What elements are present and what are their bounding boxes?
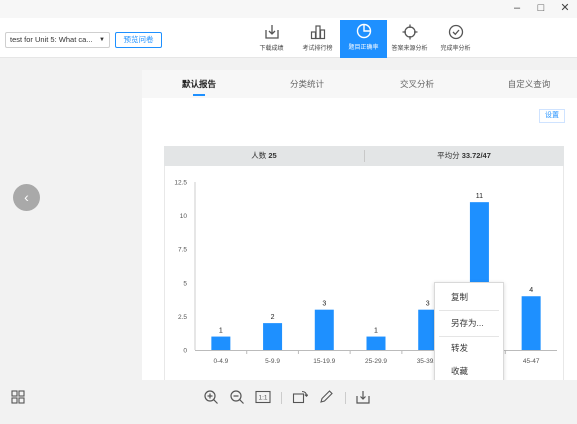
average-label: 平均分	[437, 151, 460, 160]
bar-value-label: 4	[529, 287, 533, 294]
chevron-left-icon: ‹	[24, 189, 29, 205]
count-label: 人数	[251, 151, 267, 160]
zoom-out-icon[interactable]	[229, 389, 247, 407]
chart-bar	[366, 336, 386, 350]
menu-item-favorite[interactable]: 收藏	[435, 360, 503, 382]
toolbar-divider	[345, 392, 346, 404]
y-tick-label: 7.5	[178, 247, 187, 254]
average-summary: 平均分 33.72/47	[364, 146, 564, 166]
bar-value-label: 3	[322, 301, 326, 308]
bar-chart: 0 2.5 5 7.5 10 12.5 1 0-4.9 2 5-9.9 3 15-19.9 1 25-29…	[174, 180, 557, 365]
menu-divider	[439, 310, 499, 311]
tool-label: 完成率分析	[440, 46, 471, 52]
y-tick-label: 2.5	[178, 314, 187, 321]
x-tick-label: 5-9.9	[265, 358, 280, 365]
toolbar-divider	[281, 392, 282, 404]
exam-ranking-button[interactable]: 考试排行榜	[294, 21, 341, 58]
chart-bar	[211, 336, 231, 350]
tab-category-stats[interactable]: 分类统计	[272, 70, 342, 98]
x-tick-label: 15-19.9	[313, 358, 335, 365]
crosshair-icon	[402, 24, 417, 40]
tab-custom-query[interactable]: 自定义查询	[494, 70, 564, 98]
close-icon[interactable]: ✕	[558, 2, 572, 14]
report-tabs: 默认报告 分类统计 交叉分析 自定义查询	[142, 70, 577, 98]
tool-label: 考试排行榜	[302, 46, 333, 52]
y-tick-label: 0	[183, 348, 187, 355]
active-tab-indicator	[193, 94, 205, 96]
context-menu: 复制 另存为... 转发 收藏	[434, 282, 504, 383]
actual-size-icon[interactable]: 1:1	[255, 389, 273, 407]
chart-bar	[314, 309, 334, 350]
y-tick-label: 12.5	[174, 180, 187, 187]
pie-chart-icon	[356, 23, 371, 39]
rotate-icon[interactable]	[292, 389, 310, 407]
bar-value-label: 1	[374, 328, 378, 335]
x-tick-label: 45-47	[523, 358, 540, 365]
average-value: 33.72/47	[461, 151, 491, 160]
question-accuracy-button[interactable]: 题目正确率	[340, 20, 387, 58]
summary-bar: 人数 25 平均分 33.72/47	[164, 146, 564, 166]
previous-button[interactable]: ‹	[13, 184, 40, 211]
menu-item-save-as[interactable]: 另存为...	[435, 312, 503, 334]
completion-rate-button[interactable]: 完成率分析	[432, 21, 479, 58]
grid-icon[interactable]	[10, 389, 28, 407]
y-tick-label: 10	[180, 213, 188, 220]
bottom-toolbar: 1:1	[0, 380, 577, 424]
bar-value-label: 3	[426, 301, 430, 308]
minimize-icon[interactable]: –	[510, 2, 524, 14]
count-value: 25	[268, 151, 277, 160]
settings-button[interactable]: 设置	[539, 109, 565, 123]
bar-value-label: 2	[271, 314, 275, 321]
count-summary: 人数 25	[164, 146, 364, 166]
tool-label: 下载成绩	[259, 46, 284, 52]
exam-select[interactable]: test for Unit 5: What ca... ▼	[5, 32, 110, 48]
svg-text:1:1: 1:1	[258, 395, 267, 402]
menu-item-copy[interactable]: 复制	[435, 286, 503, 308]
zoom-in-icon[interactable]	[203, 389, 221, 407]
exam-select-value: test for Unit 5: What ca...	[10, 35, 93, 44]
menu-item-forward[interactable]: 转发	[435, 337, 503, 359]
y-tick-label: 5	[183, 280, 187, 287]
bar-value-label: 1	[219, 328, 223, 335]
report-panel: 默认报告 分类统计 交叉分析 自定义查询 设置 人数 25 平均分 33.72/…	[142, 70, 577, 380]
answer-source-button[interactable]: 答案来源分析	[386, 21, 433, 58]
download-scores-button[interactable]: 下载成绩	[248, 21, 295, 58]
chevron-down-icon: ▼	[99, 37, 105, 43]
tab-cross-analysis[interactable]: 交叉分析	[382, 70, 452, 98]
chart-bar	[263, 323, 283, 350]
ranking-icon	[310, 25, 325, 40]
download-icon	[264, 25, 279, 39]
chart-bar	[521, 296, 541, 350]
check-circle-icon	[448, 24, 463, 40]
edit-icon[interactable]	[318, 389, 336, 407]
score-distribution-chart: 0 2.5 5 7.5 10 12.5 1 0-4.9 2 5-9.9 3 15-19.9 1 25-29…	[164, 166, 564, 380]
x-tick-label: 0-4.9	[213, 358, 228, 365]
bar-value-label: 11	[476, 193, 483, 200]
tool-label: 答案来源分析	[391, 46, 428, 52]
top-toolbar: test for Unit 5: What ca... ▼ 预览问卷 下载成绩 …	[0, 18, 577, 58]
preview-survey-button[interactable]: 预览问卷	[115, 32, 162, 48]
window-titlebar: – □ ✕	[0, 0, 577, 18]
maximize-icon[interactable]: □	[534, 2, 548, 14]
save-icon[interactable]	[355, 389, 373, 407]
x-tick-label: 25-29.9	[365, 358, 387, 365]
tool-label: 题目正确率	[348, 45, 379, 51]
